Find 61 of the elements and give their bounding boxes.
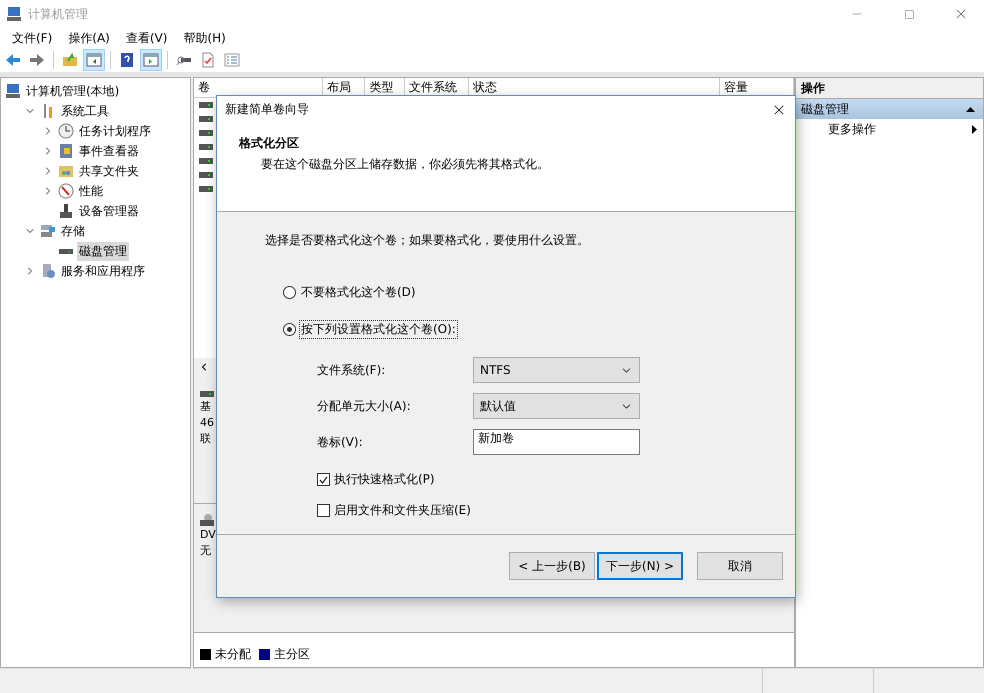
legend-label: 未分配 [215,646,251,663]
checkbox[interactable] [317,504,330,517]
services-icon [40,263,56,279]
instruction-text: 选择是否要格式化这个卷；如果要格式化，要使用什么设置。 [265,232,590,249]
disk-info: 基 [200,399,211,414]
dropdown[interactable]: 默认值 [473,393,640,419]
tree-item[interactable]: 任务计划程序 [77,122,153,140]
tree-item[interactable]: 服务和应用程序 [59,262,147,280]
dialog-button[interactable]: 取消 [697,552,783,580]
dropdown[interactable]: NTFS [473,357,640,383]
field-label: 分配单元大小(A): [317,398,412,414]
menu-item[interactable]: 帮助(H) [175,30,234,46]
disk-info: 无 [200,543,211,558]
page-heading: 格式化分区 [239,135,300,152]
optical-drive-icon [200,514,214,526]
menu-item[interactable]: 查看(V) [118,30,176,46]
tree-item[interactable]: 系统工具 [59,102,111,120]
tree-item[interactable]: 共享文件夹 [77,162,141,180]
disk-info: 46 [200,416,214,429]
tree-icon[interactable] [83,49,105,71]
computer-icon [5,83,21,99]
checkbox-label[interactable]: 执行快速格式化(P) [334,471,435,488]
disk-info: 联 [200,431,211,446]
device-icon [58,203,74,219]
gauge-icon [58,183,74,199]
folder-icon [58,163,74,179]
dialog-title: 新建简单卷向导 [225,101,309,118]
tree-item[interactable]: 存储 [59,222,87,240]
window-title: 计算机管理 [28,6,89,22]
radio-label[interactable]: 按下列设置格式化这个卷(O): [299,320,458,339]
actions-section[interactable]: 磁盘管理 [796,99,983,119]
pane-icon[interactable] [140,49,162,71]
input-field[interactable]: 新加卷 [473,429,640,455]
radio-button[interactable] [283,286,296,299]
storage-icon [40,223,56,239]
radio-label[interactable]: 不要格式化这个卷(D) [299,283,418,302]
page-subtitle: 要在这个磁盘分区上储存数据，你必须先将其格式化。 [260,156,550,173]
field-label: 卷标(V): [317,434,364,450]
actions-title: 操作 [796,78,983,99]
tree-item[interactable]: 性能 [77,182,105,200]
clock-icon [58,123,74,139]
field-label: 文件系统(F): [317,362,386,378]
maximize-icon[interactable] [904,8,914,20]
action-item[interactable]: 更多操作 [796,119,983,139]
tree-item[interactable]: 事件查看器 [77,142,141,160]
tree-item[interactable]: 计算机管理(本地) [24,82,122,100]
dialog-button[interactable]: 下一步(N) > [597,552,683,580]
checkbox[interactable] [317,473,330,486]
disk-info: DV [200,528,216,541]
tree-item[interactable]: 设备管理器 [77,202,141,220]
dialog-button[interactable]: < 上一步(B) [509,552,595,580]
app-icon [6,6,22,22]
menu-item[interactable]: 文件(F) [4,30,60,46]
collapse-icon [966,106,975,112]
submenu-icon [972,124,977,134]
menu-item[interactable]: 操作(A) [60,30,118,46]
legend-label: 主分区 [274,646,310,663]
tree-item[interactable]: 磁盘管理 [77,242,129,260]
radio-button[interactable] [283,323,296,336]
checkbox-label[interactable]: 启用文件和文件夹压缩(E) [334,502,471,519]
log-icon [58,143,74,159]
